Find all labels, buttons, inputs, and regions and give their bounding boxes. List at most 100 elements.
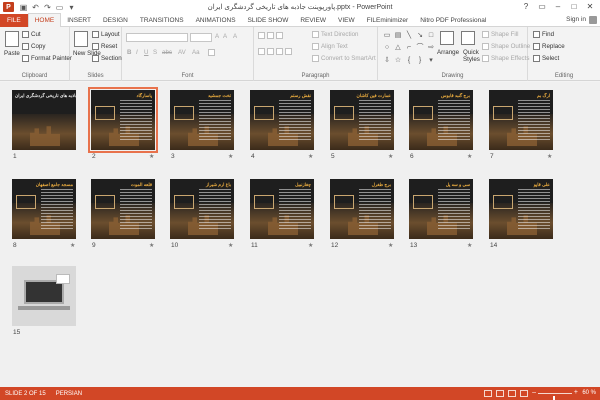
shadow-button[interactable]: S	[153, 49, 157, 56]
powerpoint-app-icon[interactable]: P	[3, 2, 14, 12]
ribbon-display-icon[interactable]: ▭	[534, 0, 550, 13]
quick-styles-icon[interactable]	[461, 31, 475, 45]
change-case-button[interactable]: Aa	[192, 49, 200, 56]
copy-button[interactable]: Copy	[22, 43, 45, 50]
format-painter-button[interactable]: Format Painter	[22, 55, 72, 62]
block-arrow-shape-icon[interactable]: ⇨	[426, 43, 436, 54]
shape-fill-button[interactable]: Shape Fill	[482, 31, 519, 38]
slide-thumbnail[interactable]: علی قاپو	[489, 179, 553, 239]
zoom-out-button[interactable]: –	[532, 389, 536, 396]
replace-button[interactable]: Replace	[533, 43, 565, 50]
start-slideshow-icon[interactable]: ▭	[55, 3, 64, 12]
shrink-font-button[interactable]: A	[223, 33, 227, 40]
underline-button[interactable]: U	[144, 49, 148, 56]
tab-home[interactable]: HOME	[27, 13, 62, 27]
redo-icon[interactable]: ↷	[43, 3, 52, 12]
slide-thumbnail[interactable]: عمارت فین کاشان	[330, 90, 394, 150]
more-shapes-icon[interactable]: ▾	[426, 56, 436, 67]
shapes-gallery[interactable]: ▭ ▤ ╲ ↘ □ ○ △ ⌐ ⌒ ⇨ ⇩ ☆{} ▾	[382, 31, 438, 67]
transition-star-icon[interactable]: ★	[308, 153, 313, 160]
slideshow-view-icon[interactable]	[520, 390, 528, 397]
tab-view[interactable]: VIEW	[332, 14, 361, 27]
font-size-select[interactable]	[190, 33, 212, 42]
font-name-select[interactable]	[126, 33, 188, 42]
italic-button[interactable]: I	[136, 49, 138, 56]
select-button[interactable]: Select	[533, 55, 559, 62]
oval-shape-icon[interactable]: ○	[382, 43, 392, 54]
slide-thumbnail[interactable]: باغ ارم شیراز	[170, 179, 234, 239]
transition-star-icon[interactable]: ★	[388, 242, 393, 249]
tab-design[interactable]: DESIGN	[97, 14, 134, 27]
tab-transitions[interactable]: TRANSITIONS	[134, 14, 190, 27]
triangle-shape-icon[interactable]: △	[393, 43, 403, 54]
rectangle-shape-icon[interactable]: ▭	[382, 31, 392, 42]
cut-button[interactable]: Cut	[22, 31, 41, 38]
transition-star-icon[interactable]: ★	[70, 242, 75, 249]
character-spacing-button[interactable]: AV	[178, 49, 186, 56]
transition-star-icon[interactable]: ★	[228, 153, 233, 160]
slide-thumbnail[interactable]: قلعه الموت	[91, 179, 155, 239]
clear-format-button[interactable]: A	[233, 33, 237, 40]
transition-star-icon[interactable]: ★	[388, 153, 393, 160]
convert-smartart-button[interactable]: Convert to SmartArt	[312, 55, 376, 62]
normal-view-icon[interactable]	[484, 390, 492, 397]
transition-star-icon[interactable]: ★	[149, 153, 154, 160]
close-icon[interactable]: ✕	[582, 0, 598, 13]
help-icon[interactable]: ?	[518, 0, 534, 13]
quick-styles-button[interactable]: Quick Styles	[463, 49, 481, 63]
avatar[interactable]	[589, 16, 597, 24]
zoom-slider-knob[interactable]	[553, 396, 555, 400]
sign-in-link[interactable]: Sign in	[566, 16, 586, 23]
maximize-icon[interactable]: □	[566, 0, 582, 13]
transition-star-icon[interactable]: ★	[467, 242, 472, 249]
font-color-button[interactable]	[208, 49, 215, 56]
tab-review[interactable]: REVIEW	[294, 14, 332, 27]
save-icon[interactable]: ▣	[19, 3, 28, 12]
connector-shape-icon[interactable]: ⌐	[404, 43, 414, 54]
slide-thumbnail[interactable]: جاذبه های تاریخی گردشگری ایران	[12, 90, 76, 150]
tab-file[interactable]: FILE	[0, 13, 28, 27]
language-indicator[interactable]: PERSIAN	[56, 391, 82, 397]
arrange-icon[interactable]	[440, 31, 454, 45]
line-shape-icon[interactable]: ╲	[404, 31, 414, 42]
minimize-icon[interactable]: –	[550, 0, 566, 13]
slide-thumbnail[interactable]: برج طغرل	[330, 179, 394, 239]
slide-thumbnail[interactable]: پاسارگاد	[88, 87, 158, 153]
new-slide-icon[interactable]	[74, 31, 88, 47]
tab-fileminimizer[interactable]: FILEminimizer	[361, 14, 415, 27]
grow-font-button[interactable]: A	[215, 33, 219, 40]
slide-thumbnail[interactable]: ارگ بم	[489, 90, 553, 150]
shape-effects-button[interactable]: Shape Effects	[482, 55, 529, 62]
curve-shape-icon[interactable]: ⌒	[415, 43, 425, 54]
slide-thumbnail[interactable]: تخت جمشید	[170, 90, 234, 150]
slide-thumbnail[interactable]: برج گنبد قابوس	[409, 90, 473, 150]
slide-thumbnail[interactable]: سی و سه پل	[409, 179, 473, 239]
layout-button[interactable]: Layout	[92, 31, 120, 38]
zoom-in-button[interactable]: +	[574, 389, 578, 396]
transition-star-icon[interactable]: ★	[308, 242, 313, 249]
down-arrow-shape-icon[interactable]: ⇩	[382, 56, 392, 67]
tab-slide-show[interactable]: SLIDE SHOW	[242, 14, 295, 27]
undo-icon[interactable]: ↶	[31, 3, 40, 12]
zoom-slider[interactable]	[538, 393, 572, 400]
align-buttons[interactable]	[258, 48, 292, 55]
slide-sorter-view-icon[interactable]	[496, 390, 504, 397]
slide-thumbnail[interactable]: نقش رستم	[250, 90, 314, 150]
bullets-button[interactable]	[258, 32, 283, 39]
transition-star-icon[interactable]: ★	[467, 153, 472, 160]
reset-button[interactable]: Reset	[92, 43, 117, 50]
shape-outline-button[interactable]: Shape Outline	[482, 43, 530, 50]
textbox-shape-icon[interactable]: ▤	[393, 31, 403, 42]
tab-insert[interactable]: INSERT	[61, 14, 97, 27]
section-button[interactable]: Section	[92, 55, 122, 62]
reading-view-icon[interactable]	[508, 390, 516, 397]
paste-button[interactable]: Paste	[4, 50, 20, 57]
tab-nitro-pdf[interactable]: Nitro PDF Professional	[414, 14, 492, 27]
bold-button[interactable]: B	[127, 49, 131, 56]
transition-star-icon[interactable]: ★	[547, 153, 552, 160]
slide-thumbnail[interactable]: مسجد جامع اصفهان	[12, 179, 76, 239]
tab-animations[interactable]: ANIMATIONS	[190, 14, 242, 27]
arrow-shape-icon[interactable]: ↘	[415, 31, 425, 42]
zoom-percentage[interactable]: 60 %	[582, 390, 596, 396]
rect-shape-icon[interactable]: □	[426, 31, 436, 42]
